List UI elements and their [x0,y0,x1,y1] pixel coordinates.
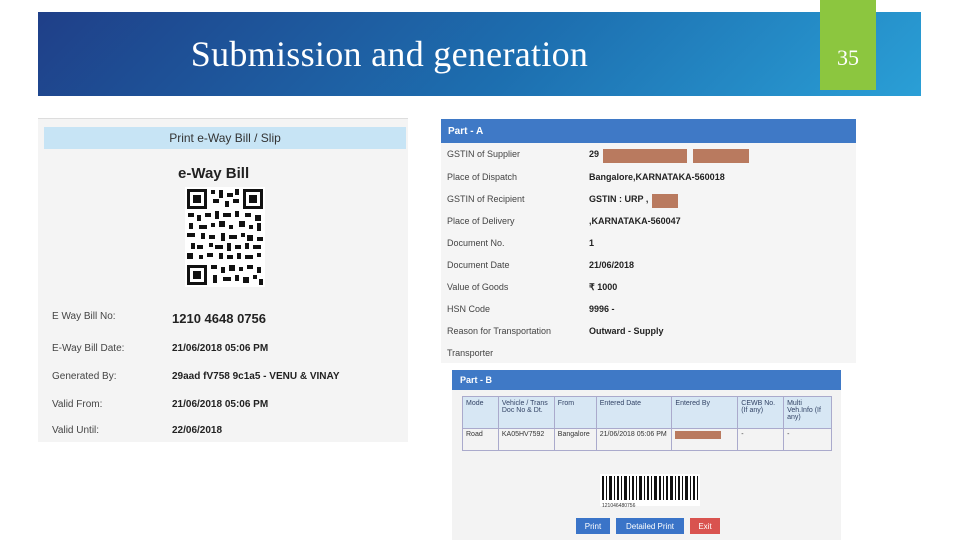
column-header: Multi Veh.Info (If any) [783,396,832,429]
exit-button[interactable]: Exit [690,518,720,534]
slide-number: 35 [820,0,876,90]
slip-header: Print e-Way Bill / Slip [44,127,406,149]
table-cell: KA05HV7592 [497,428,555,451]
table-cell: 21/06/2018 05:06 PM [595,428,673,451]
table-cell: Bangalore [553,428,597,451]
part-b-panel: Part - B Mode Vehicle / Trans Doc No & D… [452,370,841,540]
redaction-block [652,194,679,208]
part-a-label: Reason for Transportation [447,326,552,336]
slip-value: 29aad fV758 9c1a5 - VENU & VINAY [172,371,340,382]
part-a-value: 29 [589,149,600,159]
part-b-header: Part - B [452,370,841,390]
part-a-label: Place of Delivery [447,216,515,226]
slide-title: Submission and generation [190,34,589,74]
table-cell: - [783,428,832,451]
part-a-value: ₹ 1000 [589,282,618,292]
title-banner: Submission and generation [38,12,921,96]
column-header: CEWB No. (If any) [737,396,785,429]
print-button[interactable]: Print [576,518,610,534]
column-header: Mode [462,396,499,429]
table-cell: Road [462,428,499,451]
table-header-row: Mode Vehicle / Trans Doc No & Dt. From E… [462,396,832,429]
part-a-value: ,KARNATAKA-560047 [589,216,681,226]
column-header: Entered By [671,396,739,429]
column-header: From [553,396,597,429]
slip-label: Valid From: [52,399,103,410]
slip-label: E Way Bill No: [52,311,116,322]
part-a-row-doc-date: Document Date 21/06/2018 [447,260,852,270]
part-a-label: Document No. [447,238,505,248]
column-header: Entered Date [595,396,673,429]
part-a-label: GSTIN of Supplier [447,149,521,159]
part-a-value: 9996 - [589,304,615,314]
part-a-row-value: Value of Goods ₹ 1000 [447,282,852,293]
part-a-label: Transporter [447,348,494,358]
part-a-label: GSTIN of Recipient [447,194,525,204]
part-a-row-doc-no: Document No. 1 [447,238,852,248]
slip-title: e-Way Bill [178,165,250,182]
detailed-print-button[interactable]: Detailed Print [616,518,684,534]
slip-label: Valid Until: [52,425,100,436]
part-a-value: 21/06/2018 [589,260,635,270]
part-a-value: Outward - Supply [589,326,664,336]
slip-value: 21/06/2018 05:06 PM [172,343,269,354]
table-cell-entered-by [671,428,739,451]
part-a-row-dispatch: Place of Dispatch Bangalore,KARNATAKA-56… [447,172,852,182]
column-header: Vehicle / Trans Doc No & Dt. [497,396,555,429]
slip-label: E-Way Bill Date: [52,343,125,354]
part-a-row-transporter: Transporter [447,348,852,358]
part-a-row-recipient: GSTIN of Recipient GSTIN : URP , [447,194,852,208]
barcode-number: 121046480756 [602,503,636,509]
slip-row-generated-by: Generated By: 29aad fV758 9c1a5 - VENU &… [52,371,340,382]
part-a-value: GSTIN : URP , [589,194,649,204]
slip-row-valid-from: Valid From: 21/06/2018 05:06 PM [52,399,268,410]
vehicle-table: Mode Vehicle / Trans Doc No & Dt. From E… [462,396,832,451]
slip-row-eway-bill-no: E Way Bill No: 1210 4648 0756 [52,311,266,326]
part-a-panel: Part - A GSTIN of Supplier 29 Place of D… [441,119,856,363]
part-a-header: Part - A [441,119,856,143]
part-a-row-delivery: Place of Delivery ,KARNATAKA-560047 [447,216,852,226]
redaction-block [675,431,722,439]
part-a-row-hsn: HSN Code 9996 - [447,304,852,314]
redaction-block [693,149,750,163]
part-a-label: Place of Dispatch [447,172,518,182]
part-a-label: Value of Goods [447,282,509,292]
part-a-label: Document Date [447,260,510,270]
slip-value: 1210 4648 0756 [172,311,266,326]
part-a-row-supplier: GSTIN of Supplier 29 [447,149,852,163]
part-a-value: 1 [589,238,595,248]
slip-row-date: E-Way Bill Date: 21/06/2018 05:06 PM [52,343,268,354]
table-cell: - [737,428,785,451]
eway-bill-slip: Print e-Way Bill / Slip e-Way Bill E Way… [38,118,408,442]
part-a-label: HSN Code [447,304,491,314]
redaction-block [603,149,688,163]
slip-value: 21/06/2018 05:06 PM [172,399,269,410]
slip-label: Generated By: [52,371,117,382]
slip-row-valid-until: Valid Until: 22/06/2018 [52,425,222,436]
table-row: Road KA05HV7592 Bangalore 21/06/2018 05:… [462,428,832,451]
barcode-icon [600,474,700,506]
slip-value: 22/06/2018 [172,425,223,436]
qr-code-icon [185,187,265,287]
part-a-row-reason: Reason for Transportation Outward - Supp… [447,326,852,336]
part-a-value: Bangalore,KARNATAKA-560018 [589,172,725,182]
